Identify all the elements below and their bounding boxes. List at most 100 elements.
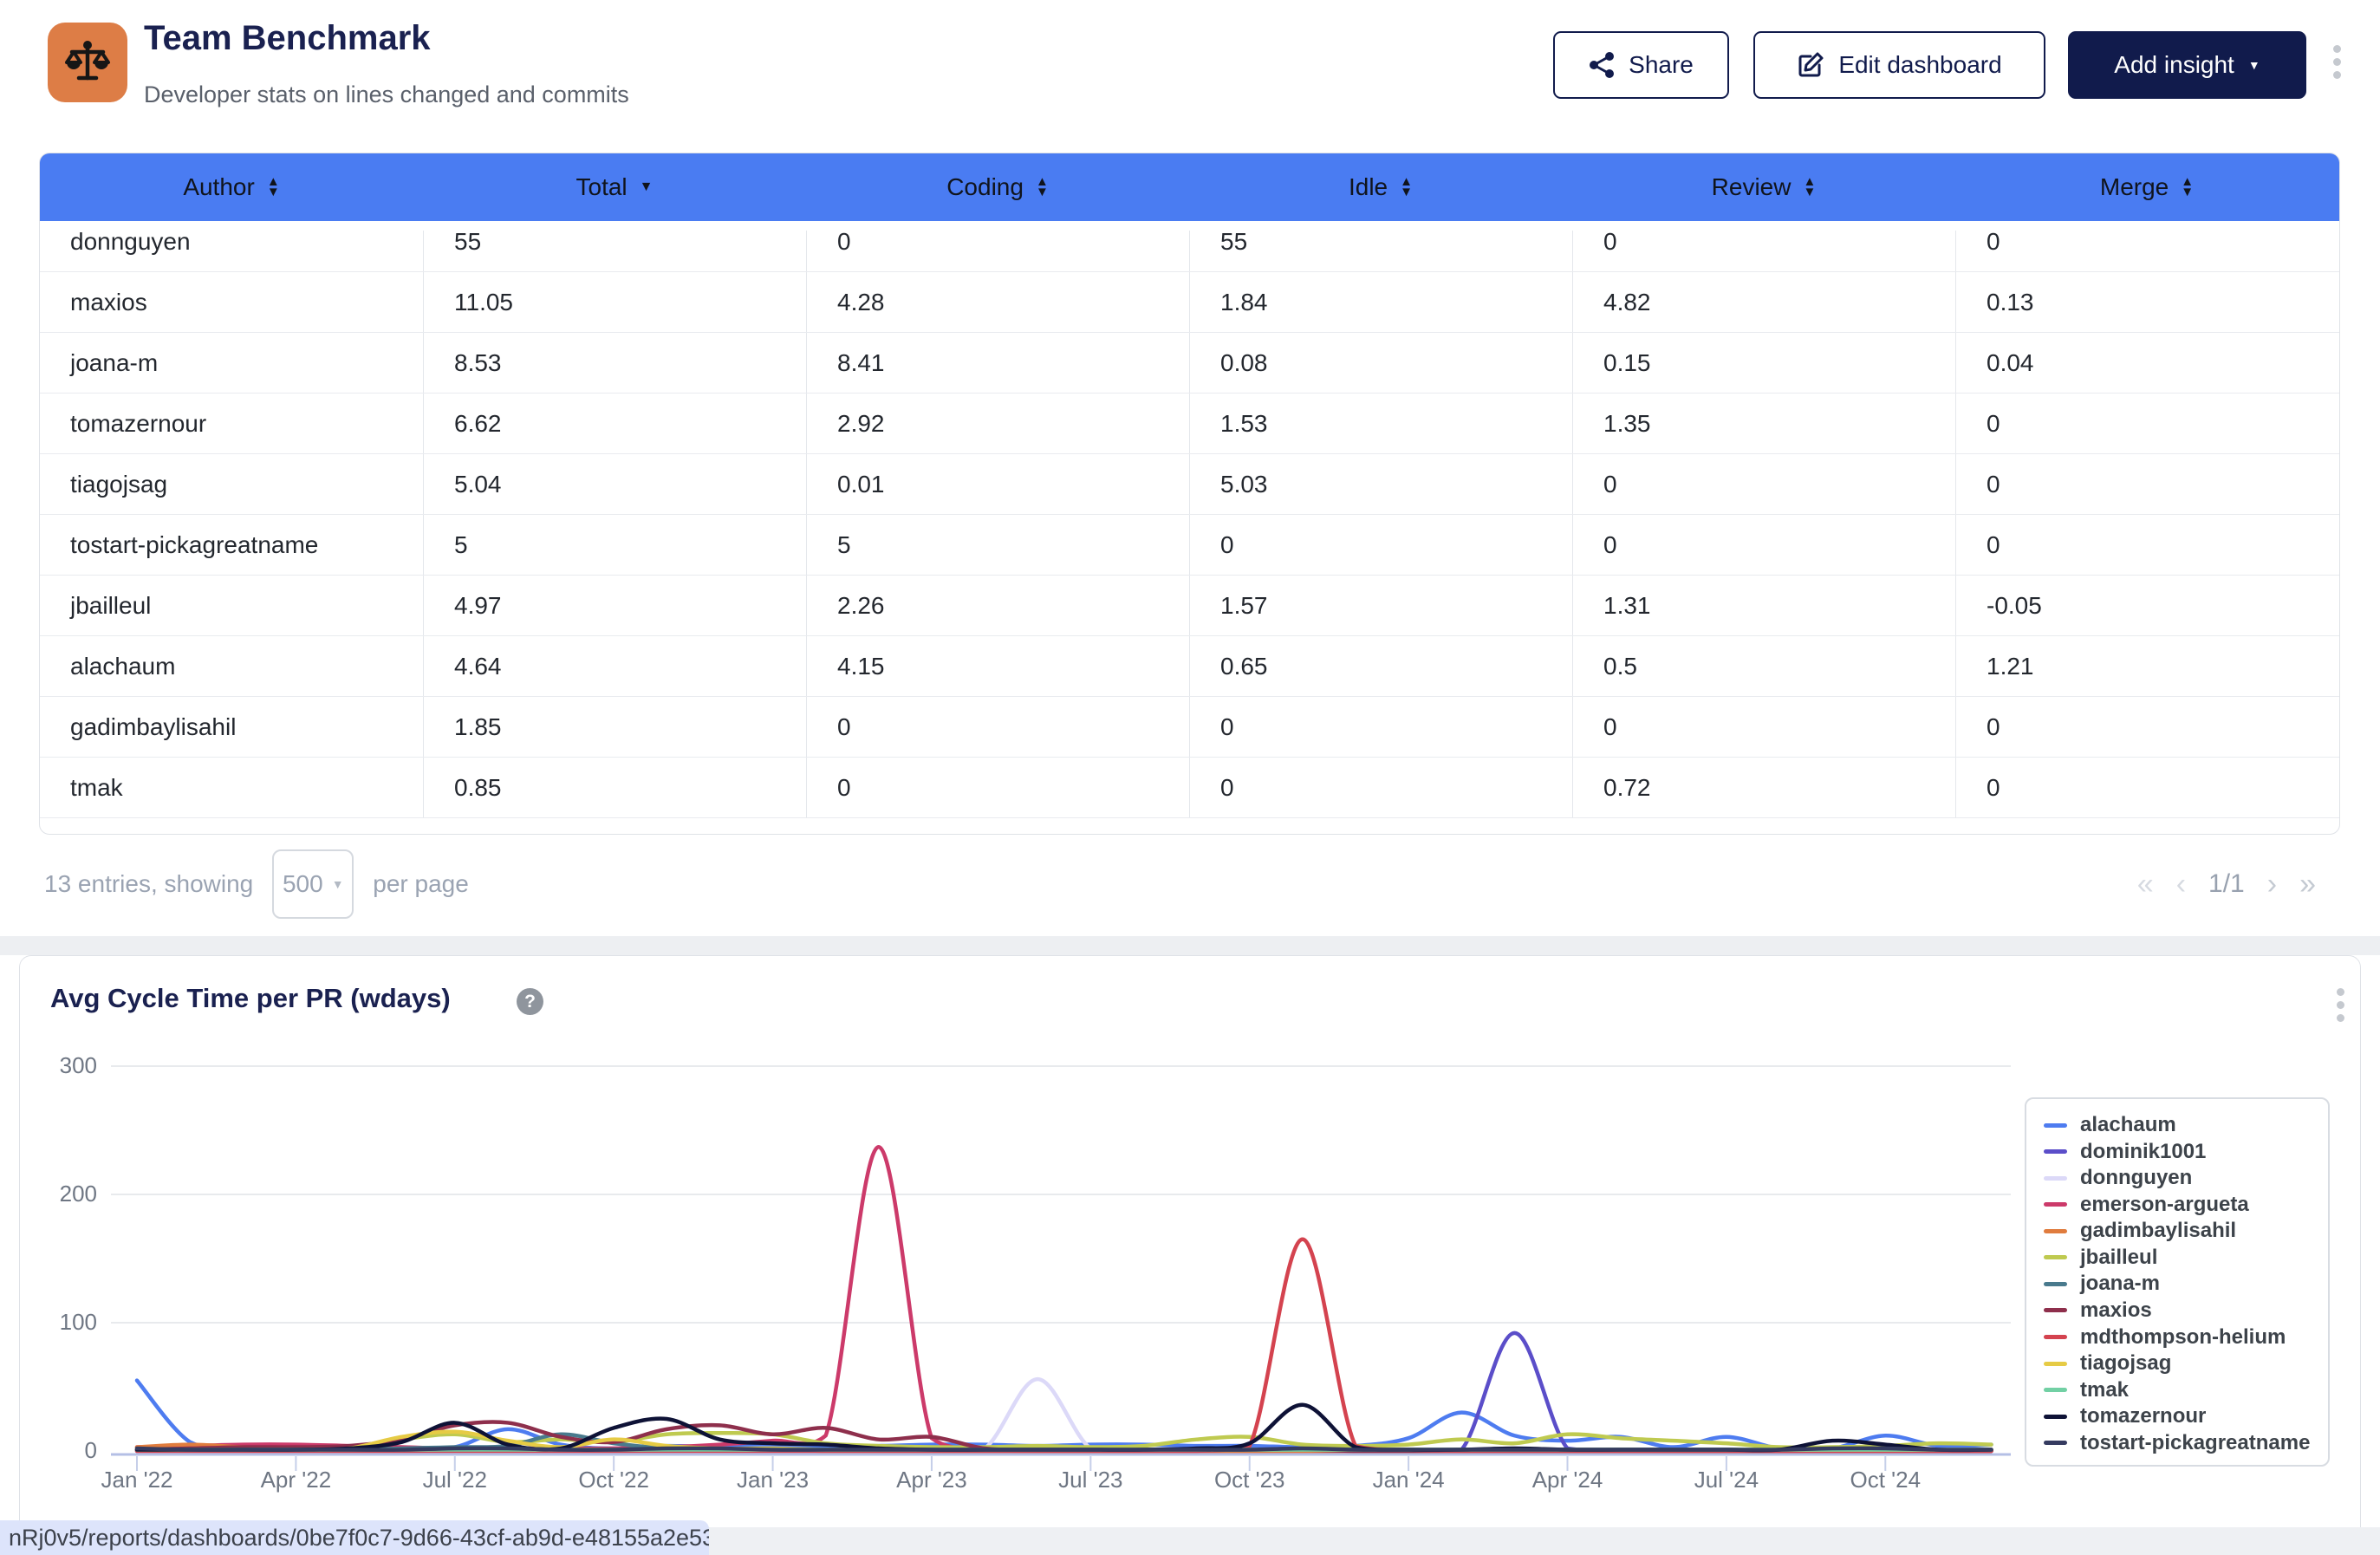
prev-page-icon[interactable]: ‹ — [2176, 868, 2186, 901]
table-footer: 13 entries, showing 500 ▼ per page « ‹ 1… — [39, 845, 2340, 923]
value-cell: 0 — [1955, 454, 2338, 514]
value-cell: 5.03 — [1189, 454, 1572, 514]
sort-icon: ▲▼ — [1400, 177, 1413, 198]
table-row: joana-m8.538.410.080.150.04 — [40, 333, 2339, 394]
x-tick-label: Apr '23 — [896, 1467, 967, 1493]
value-cell: 0.13 — [1955, 272, 2338, 332]
sort-desc-icon: ▼ — [1400, 187, 1413, 198]
legend-label: jbailleul — [2080, 1246, 2157, 1270]
legend-item-alachaum[interactable]: alachaum — [2044, 1112, 2319, 1139]
legend-item-maxios[interactable]: maxios — [2044, 1298, 2319, 1324]
value-cell: 4.15 — [806, 636, 1189, 696]
x-tick-label: Jan '22 — [101, 1467, 172, 1493]
value-cell: 0 — [1189, 515, 1572, 575]
legend-item-tomazernour[interactable]: tomazernour — [2044, 1403, 2319, 1430]
table-header-row: Author▲▼Total▼Coding▲▼Idle▲▼Review▲▼Merg… — [40, 153, 2339, 221]
legend-item-emerson-argueta[interactable]: emerson-argueta — [2044, 1192, 2319, 1219]
author-cell: gadimbaylisahil — [40, 697, 423, 757]
value-cell: 0 — [1955, 697, 2338, 757]
help-icon[interactable]: ? — [517, 988, 543, 1015]
value-cell: 4.64 — [423, 636, 806, 696]
sort-desc-icon: ▼ — [1803, 187, 1816, 198]
share-button[interactable]: Share — [1553, 31, 1729, 99]
legend-swatch — [2044, 1415, 2067, 1419]
x-tick-label: Jul '22 — [423, 1467, 487, 1493]
column-header-total[interactable]: Total▼ — [423, 153, 806, 221]
legend-label: alachaum — [2080, 1113, 2176, 1137]
share-icon — [1589, 51, 1615, 79]
legend-item-donnguyen[interactable]: donnguyen — [2044, 1165, 2319, 1192]
page-size-select[interactable]: 500 ▼ — [272, 849, 354, 919]
value-cell: 11.05 — [423, 272, 806, 332]
value-cell: 4.82 — [1572, 272, 1955, 332]
legend-label: gadimbaylisahil — [2080, 1219, 2236, 1243]
share-button-label: Share — [1629, 51, 1694, 79]
legend-item-gadimbaylisahil[interactable]: gadimbaylisahil — [2044, 1218, 2319, 1245]
sort-icon: ▲▼ — [1803, 177, 1816, 198]
sort-icon: ▲▼ — [267, 177, 280, 198]
legend-item-joana-m[interactable]: joana-m — [2044, 1271, 2319, 1298]
table-row: gadimbaylisahil1.850000 — [40, 697, 2339, 758]
value-cell: 0 — [1955, 515, 2338, 575]
value-cell: 0.08 — [1189, 333, 1572, 393]
legend-label: mdthompson-helium — [2080, 1325, 2286, 1350]
line-chart-plot — [111, 1053, 2011, 1487]
author-cell: tomazernour — [40, 394, 423, 453]
x-tick-label: Apr '24 — [1532, 1467, 1603, 1493]
table-row: tiagojsag5.040.015.0300 — [40, 454, 2339, 515]
legend-swatch — [2044, 1176, 2067, 1181]
value-cell: 1.85 — [423, 697, 806, 757]
entries-count-label: 13 entries, showing — [44, 870, 253, 898]
table-row: tomazernour6.622.921.531.350 — [40, 394, 2339, 454]
legend-swatch — [2044, 1149, 2067, 1154]
legend-label: tmak — [2080, 1378, 2129, 1402]
value-cell: 6.62 — [423, 394, 806, 453]
value-cell: 0.72 — [1572, 758, 1955, 817]
legend-item-mdthompson-helium[interactable]: mdthompson-helium — [2044, 1324, 2319, 1350]
column-label: Merge — [2100, 173, 2169, 201]
value-cell: 1.21 — [1955, 636, 2338, 696]
column-header-idle[interactable]: Idle▲▼ — [1189, 153, 1572, 221]
column-header-merge[interactable]: Merge▲▼ — [1955, 153, 2338, 221]
series-line-mdthompson-helium — [137, 1239, 1992, 1451]
legend-label: tostart-pickagreatname — [2080, 1431, 2310, 1455]
edit-dashboard-button[interactable]: Edit dashboard — [1753, 31, 2045, 99]
column-header-review[interactable]: Review▲▼ — [1572, 153, 1955, 221]
value-cell: 4.28 — [806, 272, 1189, 332]
next-page-icon[interactable]: › — [2267, 868, 2277, 901]
value-cell: 4.97 — [423, 576, 806, 635]
value-cell: 0 — [1572, 697, 1955, 757]
legend-item-dominik1001[interactable]: dominik1001 — [2044, 1139, 2319, 1166]
legend-swatch — [2044, 1255, 2067, 1259]
table-row: alachaum4.644.150.650.51.21 — [40, 636, 2339, 697]
last-page-icon[interactable]: » — [2299, 868, 2316, 901]
table-row: donnguyen5505500 — [40, 231, 2339, 272]
add-insight-button[interactable]: Add insight ▼ — [2068, 31, 2306, 99]
legend-swatch — [2044, 1123, 2067, 1128]
first-page-icon[interactable]: « — [2137, 868, 2154, 901]
value-cell: 8.41 — [806, 333, 1189, 393]
legend-item-tostart-pickagreatname[interactable]: tostart-pickagreatname — [2044, 1429, 2319, 1456]
kebab-dot — [2337, 1001, 2344, 1009]
table-row: tostart-pickagreatname55000 — [40, 515, 2339, 576]
chart-kebab-menu[interactable] — [2335, 988, 2345, 1022]
value-cell: 1.35 — [1572, 394, 1955, 453]
table-row: jbailleul4.972.261.571.31-0.05 — [40, 576, 2339, 636]
header-kebab-menu[interactable] — [2331, 45, 2342, 79]
page-subtitle: Developer stats on lines changed and com… — [144, 81, 629, 108]
column-label: Total — [576, 173, 628, 201]
page-indicator: 1/1 — [2208, 869, 2245, 899]
value-cell: 2.26 — [806, 576, 1189, 635]
balance-scale-icon — [48, 23, 127, 102]
legend-item-tiagojsag[interactable]: tiagojsag — [2044, 1350, 2319, 1377]
value-cell: 0 — [1955, 758, 2338, 817]
value-cell: 0 — [1572, 231, 1955, 271]
value-cell: 55 — [423, 231, 806, 271]
legend-item-tmak[interactable]: tmak — [2044, 1376, 2319, 1403]
legend-item-jbailleul[interactable]: jbailleul — [2044, 1245, 2319, 1272]
column-header-author[interactable]: Author▲▼ — [40, 153, 423, 221]
column-header-coding[interactable]: Coding▲▼ — [806, 153, 1189, 221]
value-cell: 0.04 — [1955, 333, 2338, 393]
legend-swatch — [2044, 1441, 2067, 1445]
author-cell: tiagojsag — [40, 454, 423, 514]
